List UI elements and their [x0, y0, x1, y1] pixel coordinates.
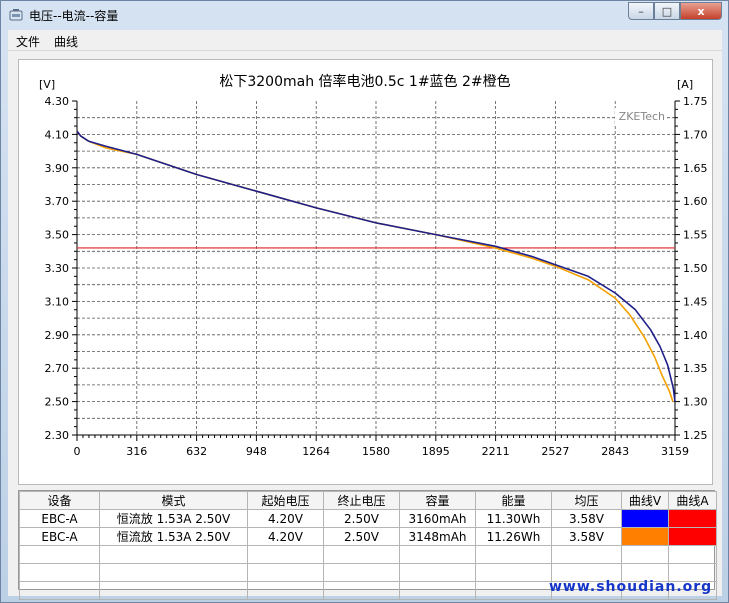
cell-capacity: 3148mAh — [399, 527, 476, 546]
menu-bar: 文件 曲线 — [8, 30, 722, 51]
chart-panel: 松下3200mah 倍率电池0.5c 1#蓝色 2#橙色 [V] [A] 0 31… — [18, 59, 713, 485]
cell-avg-voltage: 3.58V — [551, 527, 622, 546]
y2-tick-label: 1.55 — [683, 229, 708, 242]
curve-v-swatch-2[interactable] — [621, 527, 669, 546]
x-tick-label: 316 — [126, 445, 147, 458]
window-title: 电压--电流--容量 — [29, 9, 119, 23]
cell-device: EBC-A — [19, 527, 100, 546]
chart-watermark: ZKETech — [619, 110, 665, 123]
x-tick-label: 3159 — [661, 445, 689, 458]
header-curve-a[interactable]: 曲线A — [668, 491, 717, 510]
y2-tick-label: 1.50 — [683, 262, 708, 275]
chart-title: 松下3200mah 倍率电池0.5c 1#蓝色 2#橙色 — [219, 73, 510, 90]
site-watermark: www.shoudian.org — [549, 579, 713, 595]
client-area: 松下3200mah 倍率电池0.5c 1#蓝色 2#橙色 [V] [A] 0 31… — [8, 51, 722, 600]
y-left-unit: [V] — [39, 78, 55, 91]
y2-tick-label: 1.65 — [683, 162, 708, 175]
y2-tick-label: 1.75 — [683, 95, 708, 108]
header-capacity[interactable]: 容量 — [399, 491, 476, 510]
minimize-icon: – — [638, 4, 644, 18]
x-tick-label: 2211 — [482, 445, 510, 458]
series-line-2 — [76, 130, 674, 402]
y-tick-label: 3.50 — [45, 229, 70, 242]
x-tick-label: 1264 — [302, 445, 330, 458]
x-tick-label: 1895 — [422, 445, 450, 458]
cell-mode: 恒流放 1.53A 2.50V — [99, 527, 248, 546]
table-row[interactable]: EBC-A 恒流放 1.53A 2.50V 4.20V 2.50V 3148mA… — [19, 527, 717, 546]
x-tick-label: 1580 — [362, 445, 390, 458]
cell-mode: 恒流放 1.53A 2.50V — [99, 509, 248, 528]
y-right-unit: [A] — [677, 78, 693, 91]
window-controls: – □ x — [628, 2, 722, 21]
x-tick-label: 2843 — [601, 445, 629, 458]
cell-start-voltage: 4.20V — [247, 527, 324, 546]
voltage-chart: 松下3200mah 倍率电池0.5c 1#蓝色 2#橙色 [V] [A] 0 31… — [39, 73, 708, 458]
header-energy[interactable]: 能量 — [475, 491, 552, 510]
y-tick-label: 3.70 — [45, 195, 70, 208]
close-icon: x — [697, 4, 705, 18]
header-avg-voltage[interactable]: 均压 — [551, 491, 622, 510]
app-window: 电压--电流--容量 – □ x 文件 曲线 松下3200mah 倍率电池0.5… — [0, 0, 729, 603]
header-start-voltage[interactable]: 起始电压 — [247, 491, 324, 510]
cell-end-voltage: 2.50V — [323, 527, 400, 546]
x-tick-label: 632 — [186, 445, 207, 458]
menu-file[interactable]: 文件 — [16, 33, 40, 50]
results-table-panel: 设备 模式 起始电压 终止电压 容量 能量 均压 曲线V 曲线A EBC-A 恒 — [18, 490, 717, 600]
y2-tick-label: 1.30 — [683, 396, 708, 409]
battery-app-icon — [9, 9, 23, 21]
cell-device: EBC-A — [19, 509, 100, 528]
table-row[interactable]: EBC-A 恒流放 1.53A 2.50V 4.20V 2.50V 3160mA… — [19, 509, 717, 528]
color-swatch — [669, 510, 716, 527]
header-end-voltage[interactable]: 终止电压 — [323, 491, 400, 510]
curve-v-swatch-1[interactable] — [621, 509, 669, 528]
minimize-button[interactable]: – — [628, 2, 654, 20]
y2-tick-label: 1.40 — [683, 329, 708, 342]
y-tick-label: 4.10 — [45, 128, 70, 141]
y-tick-label: 2.30 — [45, 429, 70, 442]
table-header-row: 设备 模式 起始电压 终止电压 容量 能量 均压 曲线V 曲线A — [19, 491, 717, 510]
maximize-icon: □ — [661, 4, 673, 18]
y2-tick-label: 1.45 — [683, 295, 708, 308]
color-swatch — [622, 510, 668, 527]
cell-capacity: 3160mAh — [399, 509, 476, 528]
cell-avg-voltage: 3.58V — [551, 509, 622, 528]
y2-tick-label: 1.60 — [683, 195, 708, 208]
curve-a-swatch-2[interactable] — [668, 527, 717, 546]
y2-tick-label: 1.35 — [683, 362, 708, 375]
y2-tick-label: 1.25 — [683, 429, 708, 442]
x-tick-label: 2527 — [541, 445, 569, 458]
color-swatch — [622, 528, 668, 545]
header-mode[interactable]: 模式 — [99, 491, 248, 510]
y-tick-label: 2.50 — [45, 396, 70, 409]
menu-curve[interactable]: 曲线 — [54, 33, 78, 50]
y-tick-label: 3.30 — [45, 262, 70, 275]
x-tick-label: 0 — [74, 445, 81, 458]
cell-energy: 11.26Wh — [475, 527, 552, 546]
close-button[interactable]: x — [680, 2, 722, 20]
curve-a-swatch-1[interactable] — [668, 509, 717, 528]
header-device[interactable]: 设备 — [19, 491, 100, 510]
y-tick-label: 2.90 — [45, 329, 70, 342]
y-tick-label: 3.10 — [45, 295, 70, 308]
table-row-empty — [19, 545, 717, 564]
cell-energy: 11.30Wh — [475, 509, 552, 528]
color-swatch — [669, 528, 716, 545]
x-tick-label: 948 — [246, 445, 267, 458]
title-bar[interactable]: 电压--电流--容量 – □ x — [1, 1, 728, 29]
y-tick-label: 3.90 — [45, 162, 70, 175]
y2-tick-label: 1.70 — [683, 128, 708, 141]
y-tick-label: 2.70 — [45, 362, 70, 375]
cell-start-voltage: 4.20V — [247, 509, 324, 528]
header-curve-v[interactable]: 曲线V — [621, 491, 669, 510]
grid — [77, 101, 675, 435]
maximize-button[interactable]: □ — [654, 2, 680, 20]
cell-end-voltage: 2.50V — [323, 509, 400, 528]
y-tick-label: 4.30 — [45, 95, 70, 108]
